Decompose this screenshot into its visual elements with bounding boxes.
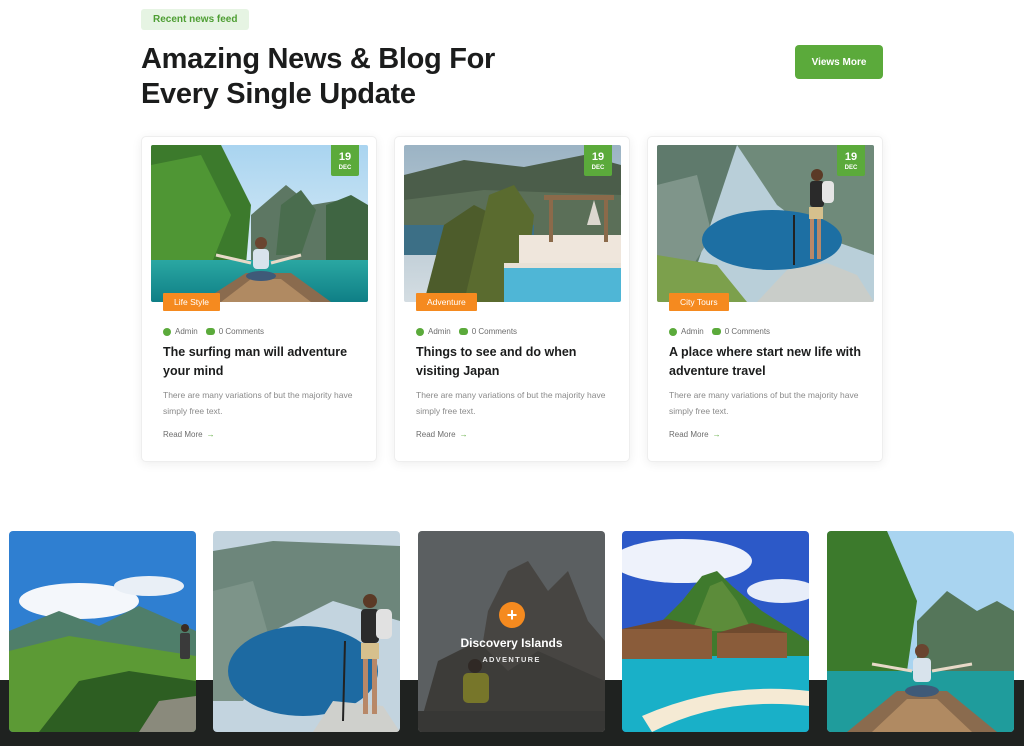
gallery-tile[interactable] <box>213 531 400 732</box>
date-month: DEC <box>338 165 352 171</box>
gallery-tile-featured[interactable]: + Discovery Islands ADVENTURE <box>418 531 605 732</box>
blog-card[interactable]: 19 DEC Adventure Admin 0 Comments Things… <box>394 136 630 462</box>
post-title[interactable]: The surfing man will adventure your mind <box>163 343 363 381</box>
tile-overlay <box>418 531 605 732</box>
section-badge: Recent news feed <box>141 9 250 30</box>
user-icon <box>163 327 171 336</box>
read-more-link[interactable]: Read More → <box>669 430 721 439</box>
date-month: DEC <box>591 165 605 171</box>
category-tag[interactable]: City Tours <box>669 293 729 311</box>
section-title: Amazing News & Blog For Every Single Upd… <box>141 43 496 110</box>
read-more-label: Read More <box>669 430 709 439</box>
read-more-label: Read More <box>416 430 456 439</box>
post-title[interactable]: A place where start new life with advent… <box>669 343 869 381</box>
comments-icon <box>458 328 468 335</box>
gallery-tile[interactable] <box>9 531 196 732</box>
post-author[interactable]: Admin <box>175 327 198 336</box>
date-badge: 19 DEC <box>837 145 865 176</box>
blog-card[interactable]: 19 DEC Life Style Admin 0 Comments The s… <box>141 136 377 462</box>
user-icon <box>416 327 424 336</box>
tile-subtitle: ADVENTURE <box>482 655 541 664</box>
post-meta: Admin 0 Comments <box>416 327 517 336</box>
date-badge: 19 DEC <box>584 145 612 176</box>
arrow-right-icon: → <box>206 430 215 439</box>
views-more-button[interactable]: Views More <box>795 45 883 79</box>
read-more-link[interactable]: Read More → <box>163 430 215 439</box>
date-day: 19 <box>844 151 858 163</box>
category-tag[interactable]: Adventure <box>416 293 477 311</box>
post-author[interactable]: Admin <box>681 327 704 336</box>
photo-gallery: + Discovery Islands ADVENTURE <box>0 531 1024 732</box>
read-more-label: Read More <box>163 430 203 439</box>
comments-icon <box>205 328 215 335</box>
user-icon <box>669 327 677 336</box>
post-meta: Admin 0 Comments <box>669 327 770 336</box>
post-author[interactable]: Admin <box>428 327 451 336</box>
post-excerpt: There are many variations of but the maj… <box>669 390 859 416</box>
post-title[interactable]: Things to see and do when visiting Japan <box>416 343 616 381</box>
plus-icon[interactable]: + <box>499 602 525 628</box>
post-comments[interactable]: 0 Comments <box>219 327 264 336</box>
blog-card[interactable]: 19 DEC City Tours Admin 0 Comments A pla… <box>647 136 883 462</box>
date-day: 19 <box>338 151 352 163</box>
arrow-right-icon: → <box>712 430 721 439</box>
post-excerpt: There are many variations of but the maj… <box>163 390 353 416</box>
category-tag[interactable]: Life Style <box>163 293 220 311</box>
comments-icon <box>711 328 721 335</box>
tile-title: Discovery Islands <box>460 636 563 650</box>
post-comments[interactable]: 0 Comments <box>725 327 770 336</box>
post-meta: Admin 0 Comments <box>163 327 264 336</box>
news-section-header: Recent news feed Amazing News & Blog For… <box>141 9 883 110</box>
date-badge: 19 DEC <box>331 145 359 176</box>
blog-card-list: 19 DEC Life Style Admin 0 Comments The s… <box>141 136 883 462</box>
date-day: 19 <box>591 151 605 163</box>
post-excerpt: There are many variations of but the maj… <box>416 390 606 416</box>
read-more-link[interactable]: Read More → <box>416 430 468 439</box>
arrow-right-icon: → <box>459 430 468 439</box>
post-comments[interactable]: 0 Comments <box>472 327 517 336</box>
date-month: DEC <box>844 165 858 171</box>
gallery-tile[interactable] <box>827 531 1014 732</box>
gallery-tile[interactable] <box>622 531 809 732</box>
